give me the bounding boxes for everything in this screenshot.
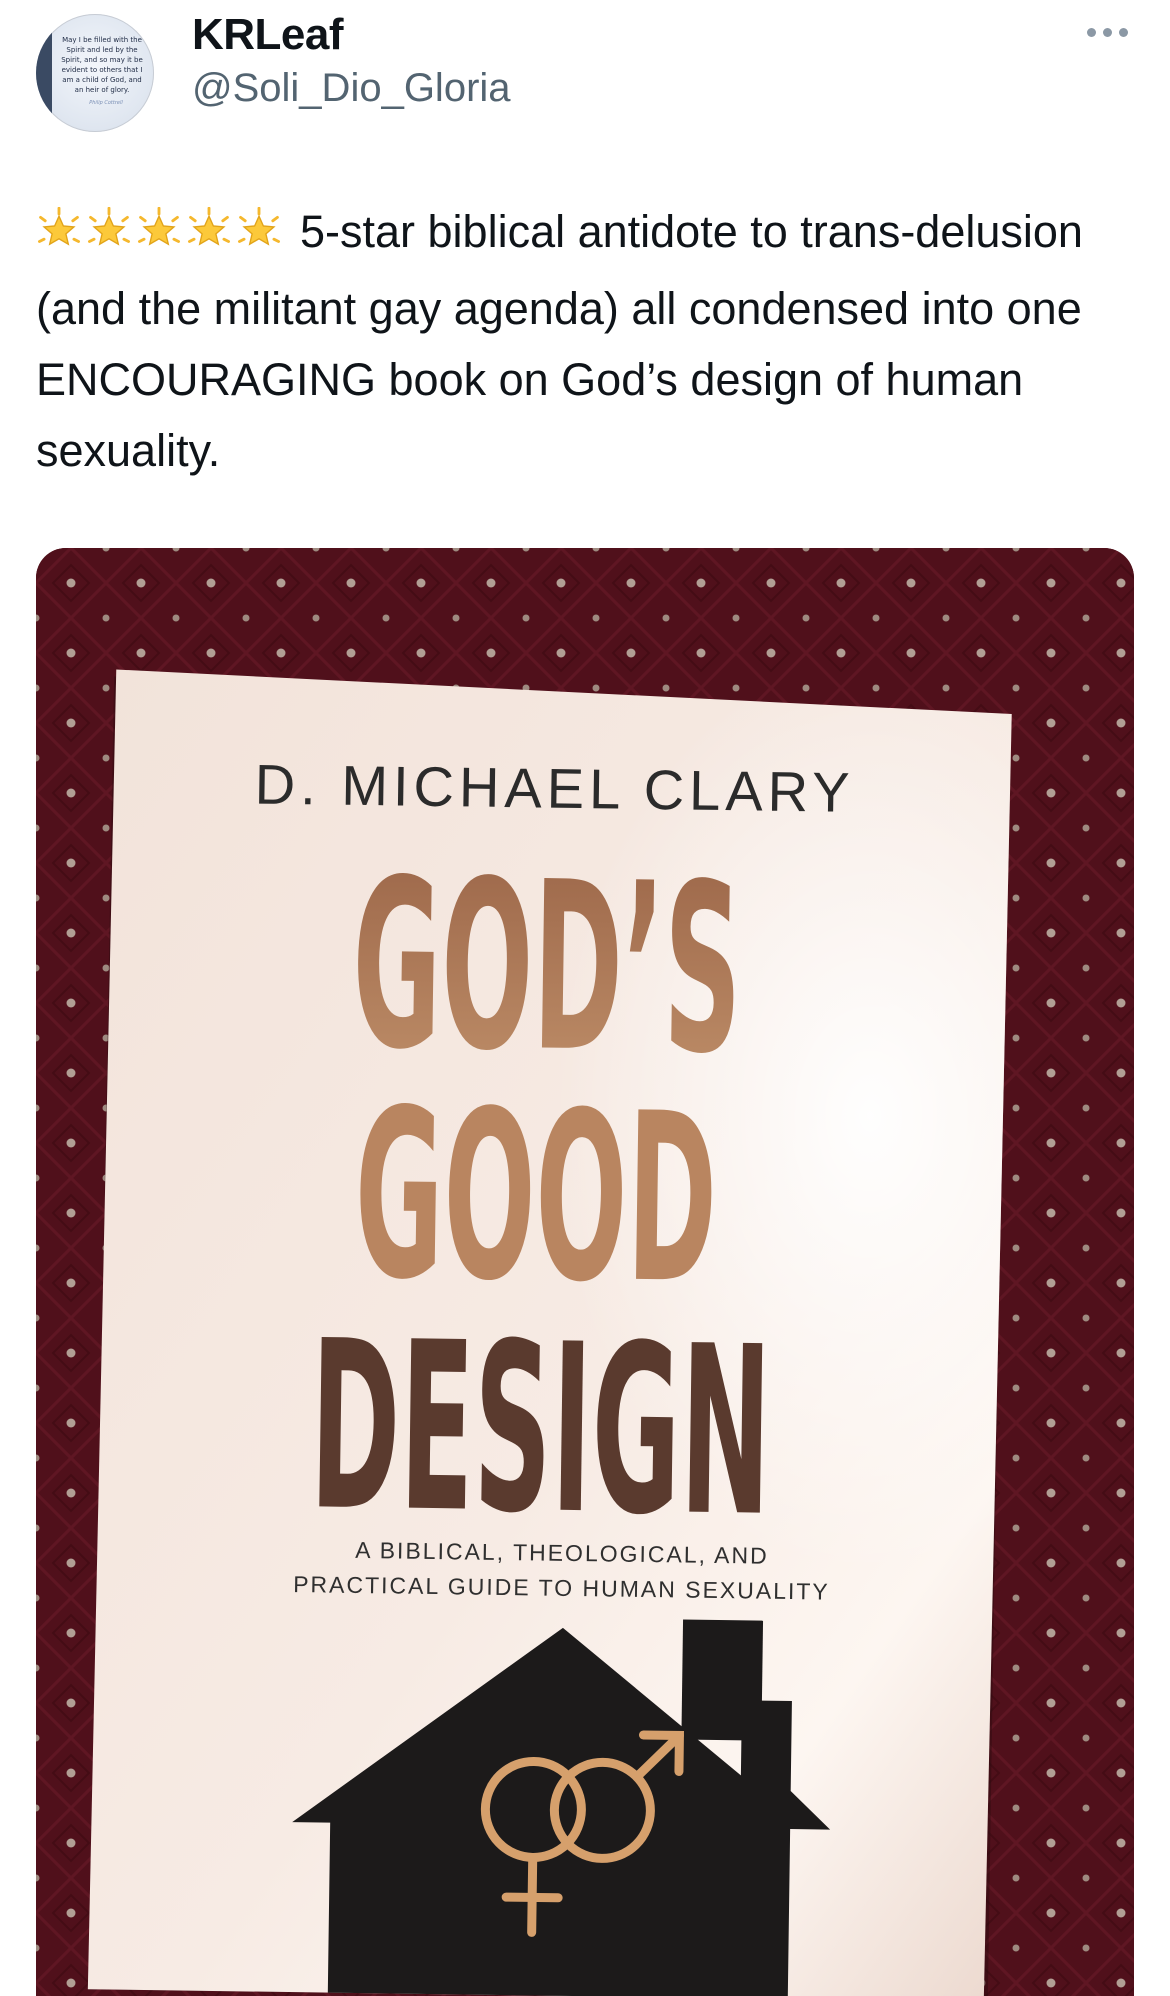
avatar-book-spine: [36, 14, 52, 132]
more-options-button[interactable]: [1087, 28, 1128, 37]
display-name[interactable]: KRLeaf: [192, 10, 344, 60]
book-author: D. MICHAEL CLARY: [254, 752, 855, 823]
avatar-text-line: May I be filled with the: [62, 36, 142, 44]
avatar-text-line: evident to others that I: [62, 66, 143, 74]
avatar-text-line: an heir of glory.: [75, 86, 130, 94]
tweet-photo[interactable]: D. MICHAEL CLARY GOD’S GOOD DESIGN A BIB…: [36, 548, 1134, 1996]
book-photo: D. MICHAEL CLARY GOD’S GOOD DESIGN A BIB…: [36, 548, 1134, 1996]
more-dots-icon: [1087, 28, 1096, 37]
avatar-text-line: am a child of God, and: [62, 76, 141, 84]
five-star-emoji-group: [36, 202, 286, 273]
glowing-star-icon: [138, 206, 180, 246]
glowing-star-icon: [88, 206, 130, 246]
more-dots-icon: [1103, 28, 1112, 37]
tweet-text: 5-star biblical antidote to trans-delusi…: [36, 196, 1136, 486]
user-handle[interactable]: @Soli_Dio_Gloria: [192, 66, 511, 111]
avatar-text-line: Spirit and led by the: [66, 46, 137, 54]
avatar-text-line: Spirit, and so may it be: [61, 56, 143, 64]
more-dots-icon: [1119, 28, 1128, 37]
avatar-image: May I be filled with the Spirit and led …: [36, 14, 143, 132]
glowing-star-icon: [238, 206, 280, 246]
glowing-star-icon: [38, 206, 80, 246]
avatar[interactable]: May I be filled with the Spirit and led …: [36, 14, 154, 132]
glowing-star-icon: [188, 206, 230, 246]
avatar-signature: Philip Cottrell: [89, 100, 123, 106]
book-title-line: DESIGN: [309, 1291, 773, 1568]
